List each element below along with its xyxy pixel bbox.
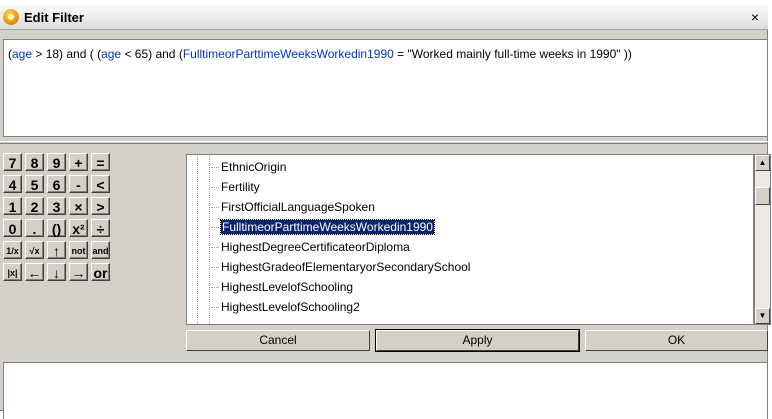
- digit-4-key[interactable]: 4: [3, 175, 22, 193]
- digit-8-key[interactable]: 8: [25, 153, 44, 171]
- tree-item-label: FirstOfficialLanguageSpoken: [221, 200, 375, 214]
- down-arrow-key[interactable]: ↓: [47, 263, 66, 281]
- digit-9-key[interactable]: 9: [47, 153, 66, 171]
- expression-text: < 65) and (: [121, 47, 183, 61]
- window-title: Edit Filter: [24, 10, 84, 25]
- tree-item-label: HighestDegreeCertificateorDiploma: [221, 240, 410, 254]
- multiply-key[interactable]: ×: [69, 197, 88, 215]
- edit-filter-dialog: Edit Filter × (age > 18) and ( (age < 65…: [0, 5, 771, 419]
- tree-item-label: EthnicOrigin: [221, 160, 287, 174]
- digit-3-key[interactable]: 3: [47, 197, 66, 215]
- or-key[interactable]: or: [91, 263, 110, 281]
- tree-item[interactable]: FirstOfficialLanguageSpoken: [211, 198, 375, 216]
- parentheses-key[interactable]: (): [47, 219, 66, 237]
- expression-text: > 18) and ( (: [32, 47, 102, 61]
- digit-5-key[interactable]: 5: [25, 175, 44, 193]
- scroll-thumb[interactable]: [755, 187, 770, 205]
- tree-scrollbar[interactable]: ▲ ▼: [754, 154, 771, 325]
- divide-key[interactable]: ÷: [91, 219, 110, 237]
- message-panel: [3, 362, 768, 419]
- digit-1-key[interactable]: 1: [3, 197, 22, 215]
- sqrt-key[interactable]: √x: [25, 241, 44, 259]
- tree-item-label: HighestGradeofElementaryorSecondarySchoo…: [221, 260, 471, 274]
- expression-variable: age: [101, 47, 122, 61]
- and-key[interactable]: and: [91, 241, 110, 259]
- digit-0-key[interactable]: 0: [3, 219, 22, 237]
- scroll-up-icon[interactable]: ▲: [755, 155, 770, 171]
- title-bar[interactable]: Edit Filter ×: [0, 5, 768, 30]
- tree-item[interactable]: FulltimeorParttimeWeeksWorkedin1990: [211, 218, 435, 236]
- tree-item[interactable]: EthnicOrigin: [211, 158, 286, 176]
- tree-item[interactable]: HighestLevelofSchooling2: [211, 298, 360, 316]
- not-key[interactable]: not: [69, 241, 88, 259]
- tree-item[interactable]: HighestDegreeCertificateorDiploma: [211, 238, 410, 256]
- tree-item-label: FulltimeorParttimeWeeksWorkedin1990: [220, 219, 435, 235]
- decimal-key[interactable]: .: [25, 219, 44, 237]
- square-key[interactable]: x²: [69, 219, 88, 237]
- tree-item[interactable]: HighestLevelofSchooling: [211, 278, 353, 296]
- ok-button[interactable]: OK: [585, 330, 768, 351]
- tree-item-label: Fertility: [221, 180, 260, 194]
- tree-guide-line: [209, 155, 210, 324]
- tree-guide-line: [197, 155, 198, 324]
- filter-expression-editor[interactable]: (age > 18) and ( (age < 65) and (Fulltim…: [3, 39, 768, 137]
- less-than-key[interactable]: <: [91, 175, 110, 193]
- splitter[interactable]: [0, 141, 768, 144]
- apply-button[interactable]: Apply: [375, 329, 580, 352]
- equals-key[interactable]: =: [91, 153, 110, 171]
- right-arrow-key[interactable]: →: [69, 263, 88, 281]
- plus-key[interactable]: +: [69, 153, 88, 171]
- tree-item-label: HighestLevelofSchooling2: [221, 300, 360, 314]
- tree-item-label: HighestLevelofSchooling: [221, 280, 354, 294]
- close-icon[interactable]: ×: [746, 8, 764, 26]
- digit-6-key[interactable]: 6: [47, 175, 66, 193]
- expression-variable: FulltimeorParttimeWeeksWorkedin1990: [182, 47, 394, 61]
- tree-item[interactable]: Fertility: [211, 178, 260, 196]
- expression-text: = "Worked mainly full-time weeks in 1990…: [393, 47, 632, 61]
- left-arrow-key[interactable]: ←: [25, 263, 44, 281]
- cancel-button[interactable]: Cancel: [186, 330, 370, 351]
- reciprocal-key[interactable]: 1/x: [3, 241, 22, 259]
- app-icon: [3, 9, 19, 25]
- expression-variable: age: [12, 47, 33, 61]
- greater-than-key[interactable]: >: [91, 197, 110, 215]
- digit-2-key[interactable]: 2: [25, 197, 44, 215]
- minus-key[interactable]: -: [69, 175, 88, 193]
- tree-item[interactable]: HighestGradeofElementaryorSecondarySchoo…: [211, 258, 470, 276]
- up-arrow-key[interactable]: ↑: [47, 241, 66, 259]
- variable-tree[interactable]: EthnicOrigin Fertility FirstOfficialLangua…: [186, 154, 754, 325]
- scroll-down-icon[interactable]: ▼: [755, 308, 770, 324]
- abs-key[interactable]: |x|: [3, 263, 22, 281]
- digit-7-key[interactable]: 7: [3, 153, 22, 171]
